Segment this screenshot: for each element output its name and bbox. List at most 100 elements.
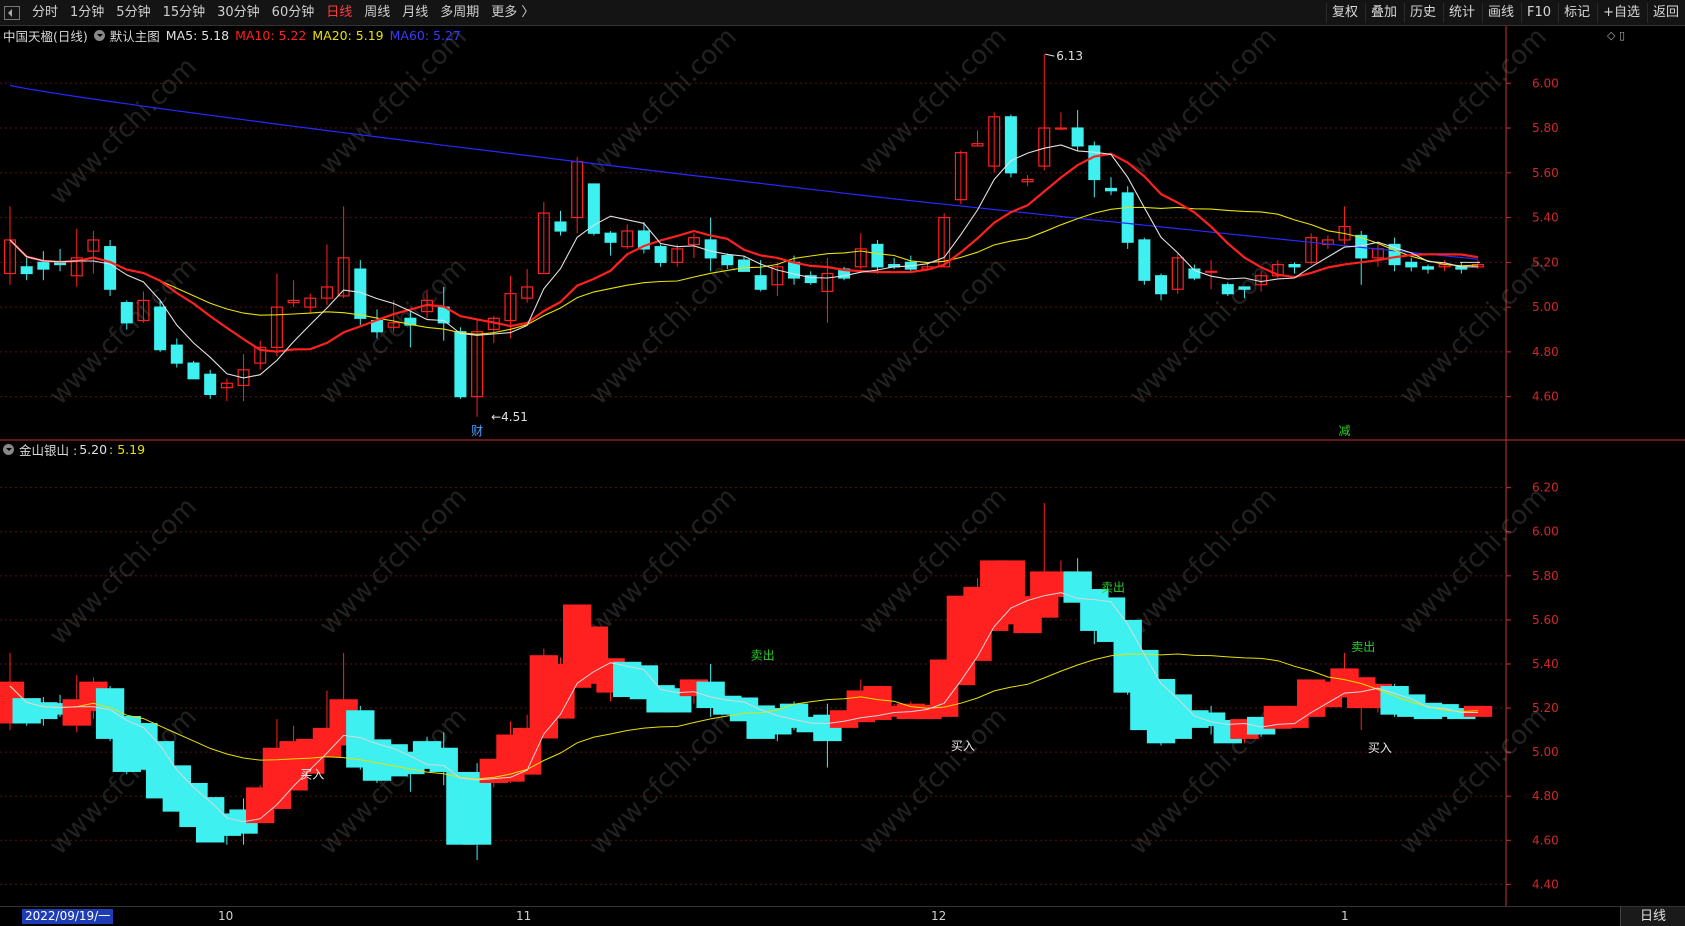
period-button[interactable]: 日线 [1620, 907, 1685, 926]
watermark-text: www.cfchi.com [584, 702, 743, 861]
watermark-text: www.cfchi.com [584, 26, 743, 181]
collapse-icon[interactable] [4, 6, 20, 20]
signal-label-5: 买入 [1368, 741, 1392, 755]
main-tick-label: 5.40 [1532, 211, 1559, 225]
panel-corner-icons[interactable]: ◇ ▯ [1607, 29, 1625, 42]
candle-body [1405, 261, 1418, 268]
high-pointer [1045, 53, 1055, 57]
template-name[interactable]: 默认主图 [110, 26, 160, 45]
toolbar-button-7[interactable]: +自选 [1597, 3, 1645, 23]
signal-label-0: 买入 [300, 768, 324, 782]
watermark-text: www.cfchi.com [584, 252, 743, 411]
low-price-label: ←4.51 [491, 410, 528, 424]
candle-body [1054, 127, 1067, 130]
time-axis: 2022/09/19/一 10 11 12 1 日线 [0, 906, 1685, 926]
candle-body [554, 221, 567, 232]
candle-body [1104, 187, 1118, 192]
watermark-text: www.cfchi.com [1394, 26, 1553, 181]
candle-body [1205, 270, 1218, 273]
x-label-dec: 12 [931, 909, 947, 923]
candle-body [1221, 284, 1234, 295]
period-tab-8[interactable]: 月线 [396, 0, 434, 26]
watermark-text: www.cfchi.com [44, 252, 203, 411]
candle-body [737, 259, 751, 272]
candle-body [170, 344, 183, 364]
period-toolbar: 分时 1分钟 5分钟 15分钟 30分钟 60分钟 日线 周线 月线 多周期 更多 〉 复权 叠加 历史… [0, 0, 1685, 26]
x-label-nov: 11 [516, 909, 532, 923]
period-tabs: 分时 1分钟 5分钟 15分钟 30分钟 60分钟 日线 周线 月线 多周期 更多 〉 [0, 0, 540, 26]
watermark-text: www.cfchi.com [1124, 482, 1283, 641]
toolbar-actions: 复权 叠加 历史 统计 画线 F10 标记 +自选 返回 [1325, 0, 1685, 26]
sub-tick-label: 6.00 [1532, 525, 1559, 539]
period-tab-0[interactable]: 分时 [26, 0, 64, 26]
sub-tick-label: 5.80 [1532, 569, 1559, 583]
candle-body [1288, 263, 1301, 268]
candle-body [20, 266, 33, 275]
candle-body [204, 373, 217, 396]
candle-body [1421, 266, 1434, 270]
watermark-text: www.cfchi.com [314, 26, 473, 181]
period-tab-2[interactable]: 5分钟 [110, 0, 156, 26]
period-tab-1[interactable]: 1分钟 [64, 0, 110, 26]
toolbar-button-6[interactable]: 标记 [1558, 3, 1595, 23]
candle-body [1155, 275, 1168, 295]
candle-body [604, 232, 617, 243]
candle-body [654, 246, 667, 263]
watermark-text: www.cfchi.com [44, 492, 203, 651]
period-tab-5[interactable]: 60分钟 [266, 0, 321, 26]
toolbar-button-3[interactable]: 统计 [1443, 3, 1480, 23]
period-tab-7[interactable]: 周线 [358, 0, 396, 26]
main-tick-label: 6.00 [1532, 76, 1559, 90]
candle-body [454, 331, 467, 398]
period-tab-4[interactable]: 30分钟 [211, 0, 266, 26]
candle-body [1138, 239, 1151, 281]
watermark-text: www.cfchi.com [854, 252, 1013, 411]
main-tick-label: 5.60 [1532, 166, 1559, 180]
watermark-text: www.cfchi.com [854, 702, 1013, 861]
toolbar-button-2[interactable]: 历史 [1403, 3, 1441, 23]
event-marker-jian: 减 [1339, 424, 1351, 438]
ma10-value: MA10: 5.22 [235, 28, 307, 43]
watermark-layer: www.cfchi.com www.cfchi.com www.cfchi.com w… [44, 26, 1553, 861]
toolbar-button-8[interactable]: 返回 [1646, 3, 1684, 23]
watermark-text: www.cfchi.com [314, 482, 473, 641]
period-tab-9[interactable]: 多周期 [434, 0, 485, 26]
kline-chart[interactable]: 6.005.805.605.405.205.004.804.606.206.00… [0, 26, 1685, 906]
watermark-text: www.cfchi.com [44, 52, 203, 211]
candle-body [1088, 145, 1101, 181]
watermark-text: www.cfchi.com [1394, 482, 1553, 641]
indicator-name: 金山银山 : [19, 443, 78, 458]
ma5-value: MA5: 5.18 [165, 28, 230, 43]
period-tab-3[interactable]: 15分钟 [157, 0, 212, 26]
toolbar-button-5[interactable]: F10 [1521, 3, 1556, 23]
candle-body [704, 239, 717, 259]
period-tab-6[interactable]: 日线 [320, 0, 358, 26]
signal-label-3: 卖出 [1101, 580, 1125, 594]
signal-label-4: 卖出 [1351, 640, 1375, 654]
main-legend: 中国天楹(日线) 默认主图 MA5: 5.18 MA10: 5.22 MA20:… [3, 26, 467, 45]
indicator-dropdown-icon[interactable] [3, 444, 14, 455]
signal-label-2: 买入 [951, 739, 975, 753]
period-tab-10[interactable]: 更多 〉 [485, 0, 540, 26]
toolbar-button-1[interactable]: 叠加 [1364, 3, 1402, 23]
candles-layer [3, 54, 1485, 417]
ma20-value: MA20: 5.19 [312, 28, 384, 43]
ma60-value: MA60: 5.27 [389, 28, 461, 43]
candle-body [754, 275, 767, 290]
sub-tick-label: 4.60 [1532, 833, 1559, 847]
template-dropdown-icon[interactable] [93, 30, 105, 41]
sub-tick-label: 5.60 [1532, 613, 1559, 627]
main-tick-label: 5.80 [1532, 121, 1559, 135]
candle-body [120, 302, 133, 324]
x-label-jan: 1 [1341, 909, 1349, 923]
ma10-line [9, 152, 1479, 353]
high-price-label: 6.13 [1056, 49, 1083, 63]
toolbar-button-4[interactable]: 画线 [1482, 3, 1519, 23]
candle-body [187, 362, 200, 380]
candle-body [721, 255, 734, 266]
toolbar-button-0[interactable]: 复权 [1325, 3, 1363, 23]
watermark-text: www.cfchi.com [1394, 702, 1553, 861]
sub-blocks-layer [0, 503, 1493, 861]
stock-title: 中国天楹(日线) [3, 29, 88, 44]
candle-body [104, 246, 117, 290]
